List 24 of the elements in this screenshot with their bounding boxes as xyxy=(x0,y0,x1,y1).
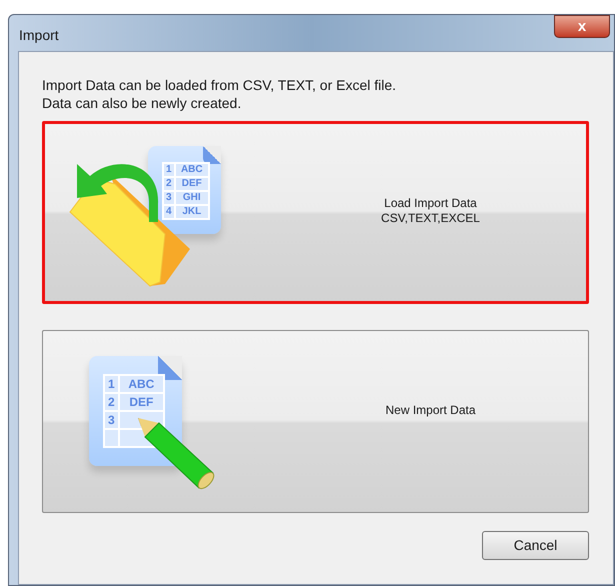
table-cell: 2 xyxy=(105,394,118,410)
folded-corner xyxy=(203,146,221,164)
table-cell: ABC xyxy=(120,376,163,392)
table-cell: 4 xyxy=(164,206,174,218)
table-cell: DEF xyxy=(120,394,163,410)
description-text: Import Data can be loaded from CSV, TEXT, or Excel file. Data can also be newly created. xyxy=(42,76,398,112)
option-label: Load Import Data xyxy=(384,196,477,211)
table-cell: 1 xyxy=(164,164,174,176)
option-button[interactable]: 1 ABC 2 DEF 3 GHI 4 JKL Load Import Data CSV,TEXT,EXCEL xyxy=(42,121,589,304)
table-cell: 3 xyxy=(164,192,174,204)
option-label: CSV,TEXT,EXCEL xyxy=(381,211,480,226)
table-cell: 3 xyxy=(105,412,118,428)
folded-corner xyxy=(158,356,182,380)
table-cell: DEF xyxy=(176,178,208,190)
option-button[interactable]: 1 ABC 2 DEF 3 New Import Data xyxy=(42,330,589,513)
table-cell: 2 xyxy=(164,178,174,190)
table-cell: 1 xyxy=(105,376,118,392)
table-cell xyxy=(105,430,118,446)
option-label: New Import Data xyxy=(385,403,476,418)
cancel-button[interactable]: Cancel xyxy=(482,531,589,560)
table-cell: GHI xyxy=(176,192,208,204)
table-cell: ABC xyxy=(176,164,208,176)
table-cell: JKL xyxy=(176,206,208,218)
window-title: Import xyxy=(19,26,59,45)
